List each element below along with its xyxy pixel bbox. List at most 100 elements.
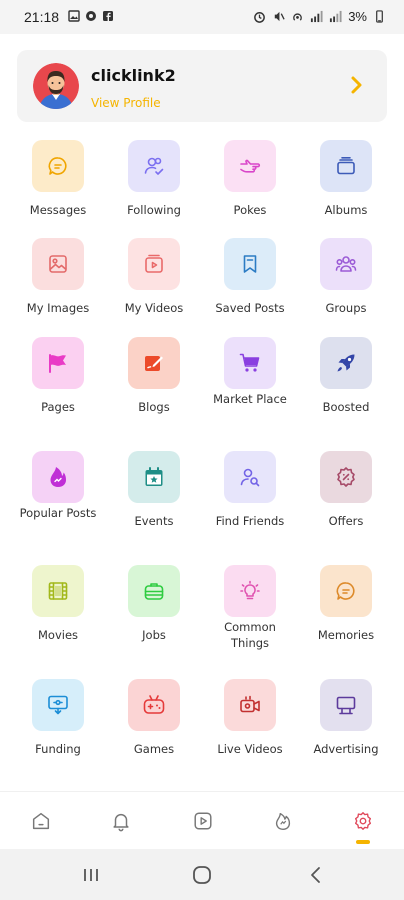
tile-icon-box bbox=[320, 140, 372, 192]
alarm-icon bbox=[254, 12, 266, 23]
fire-icon bbox=[50, 467, 66, 487]
nav-trending[interactable] bbox=[270, 808, 296, 834]
tile-icon-box bbox=[224, 337, 276, 389]
menu-tile-games[interactable]: Games bbox=[106, 679, 202, 779]
tile-label: Pages bbox=[41, 400, 75, 414]
nav-videos[interactable] bbox=[190, 808, 216, 834]
menu-tile-saved-posts[interactable]: Saved Posts bbox=[202, 238, 298, 338]
system-status: 3% bbox=[253, 9, 386, 24]
image-icon bbox=[49, 255, 67, 273]
tile-icon-box bbox=[32, 337, 84, 389]
album-icon bbox=[337, 157, 355, 175]
chat-notification-icon bbox=[86, 11, 96, 21]
gamepad-icon bbox=[143, 695, 165, 714]
video-icon bbox=[145, 254, 163, 273]
avatar bbox=[33, 63, 79, 109]
rocket-icon bbox=[337, 354, 355, 372]
tile-label: Popular Posts bbox=[19, 506, 97, 520]
menu-tile-funding[interactable]: Funding bbox=[10, 679, 106, 779]
menu-tile-my-videos[interactable]: My Videos bbox=[106, 238, 202, 338]
menu-tile-jobs[interactable]: Jobs bbox=[106, 565, 202, 665]
message-icon bbox=[48, 157, 67, 175]
tile-label: Saved Posts bbox=[215, 301, 285, 315]
tile-label: Messages bbox=[29, 203, 87, 217]
live-video-icon bbox=[240, 695, 260, 713]
tile-label: Groups bbox=[325, 301, 367, 315]
tile-icon-box bbox=[128, 679, 180, 731]
menu-tile-messages[interactable]: Messages bbox=[10, 140, 106, 240]
nav-notifications[interactable] bbox=[108, 808, 134, 834]
menu-tile-common-things[interactable]: Common Things bbox=[202, 565, 298, 665]
user-check-icon bbox=[144, 157, 164, 175]
calendar-star-icon bbox=[145, 467, 163, 486]
trending-icon bbox=[275, 812, 291, 830]
tile-icon-box bbox=[32, 140, 84, 192]
menu-tile-advertising[interactable]: Advertising bbox=[298, 679, 394, 779]
bottom-nav bbox=[0, 791, 404, 849]
menu-screen: clicklink2 View Profile Messages Followin… bbox=[0, 34, 404, 791]
menu-tile-live-videos[interactable]: Live Videos bbox=[202, 679, 298, 779]
tile-label: Market Place bbox=[213, 392, 287, 406]
nav-settings[interactable] bbox=[350, 808, 376, 834]
menu-tile-groups[interactable]: Groups bbox=[298, 238, 394, 338]
menu-tile-following[interactable]: Following bbox=[106, 140, 202, 240]
recents-icon[interactable] bbox=[80, 864, 102, 886]
film-icon bbox=[48, 582, 68, 600]
memory-chat-icon bbox=[336, 582, 355, 600]
menu-tile-pages[interactable]: Pages bbox=[10, 337, 106, 437]
tile-icon-box bbox=[32, 679, 84, 731]
menu-tile-my-images[interactable]: My Images bbox=[10, 238, 106, 338]
menu-tile-find-friends[interactable]: Find Friends bbox=[202, 451, 298, 551]
notification-icons bbox=[68, 10, 114, 22]
tile-icon-box bbox=[128, 451, 180, 503]
nav-home[interactable] bbox=[28, 808, 54, 834]
signal-icon-2 bbox=[330, 10, 342, 23]
chevron-right-icon[interactable] bbox=[349, 72, 365, 98]
facebook-notification-icon bbox=[103, 11, 113, 21]
tile-icon-box bbox=[128, 238, 180, 290]
battery-percent: 3% bbox=[348, 9, 367, 24]
tile-label: Movies bbox=[37, 628, 79, 642]
lightbulb-icon bbox=[240, 580, 260, 600]
menu-tile-albums[interactable]: Albums bbox=[298, 140, 394, 240]
menu-tile-events[interactable]: Events bbox=[106, 451, 202, 551]
groups-icon bbox=[335, 256, 357, 272]
briefcase-icon bbox=[144, 583, 164, 600]
tile-label: Events bbox=[134, 514, 174, 528]
tile-label: Offers bbox=[328, 514, 364, 528]
tile-label: Advertising bbox=[313, 742, 379, 756]
blog-icon bbox=[145, 356, 163, 371]
user-search-icon bbox=[240, 468, 260, 487]
home-icon bbox=[32, 812, 50, 830]
tile-label: Funding bbox=[35, 742, 81, 756]
menu-tile-memories[interactable]: Memories bbox=[298, 565, 394, 665]
view-profile-link[interactable]: View Profile bbox=[91, 96, 161, 110]
tile-label: Boosted bbox=[322, 400, 370, 414]
home-button-icon[interactable] bbox=[191, 864, 213, 886]
gallery-notification-icon bbox=[68, 10, 80, 22]
tile-icon-box bbox=[224, 238, 276, 290]
tile-icon-box bbox=[128, 337, 180, 389]
funding-icon bbox=[48, 695, 68, 715]
menu-tile-movies[interactable]: Movies bbox=[10, 565, 106, 665]
tile-icon-box bbox=[128, 565, 180, 617]
hotspot-icon bbox=[293, 13, 303, 21]
menu-tile-offers[interactable]: Offers bbox=[298, 451, 394, 551]
menu-tile-market-place[interactable]: Market Place bbox=[202, 337, 298, 437]
tile-icon-box bbox=[32, 565, 84, 617]
tile-label: Common Things bbox=[224, 620, 276, 650]
menu-tile-popular-posts[interactable]: Popular Posts bbox=[10, 451, 106, 551]
tile-icon-box bbox=[320, 337, 372, 389]
tile-label: My Images bbox=[26, 301, 90, 315]
tile-label: Live Videos bbox=[217, 742, 283, 756]
tile-icon-box bbox=[320, 451, 372, 503]
back-icon[interactable] bbox=[305, 864, 327, 886]
profile-card[interactable]: clicklink2 View Profile bbox=[17, 50, 387, 122]
menu-tile-boosted[interactable]: Boosted bbox=[298, 337, 394, 437]
tile-icon-box bbox=[32, 238, 84, 290]
pointing-hand-icon bbox=[240, 159, 261, 173]
menu-tile-blogs[interactable]: Blogs bbox=[106, 337, 202, 437]
tile-icon-box bbox=[320, 679, 372, 731]
cart-icon bbox=[239, 353, 260, 372]
menu-tile-pokes[interactable]: Pokes bbox=[202, 140, 298, 240]
